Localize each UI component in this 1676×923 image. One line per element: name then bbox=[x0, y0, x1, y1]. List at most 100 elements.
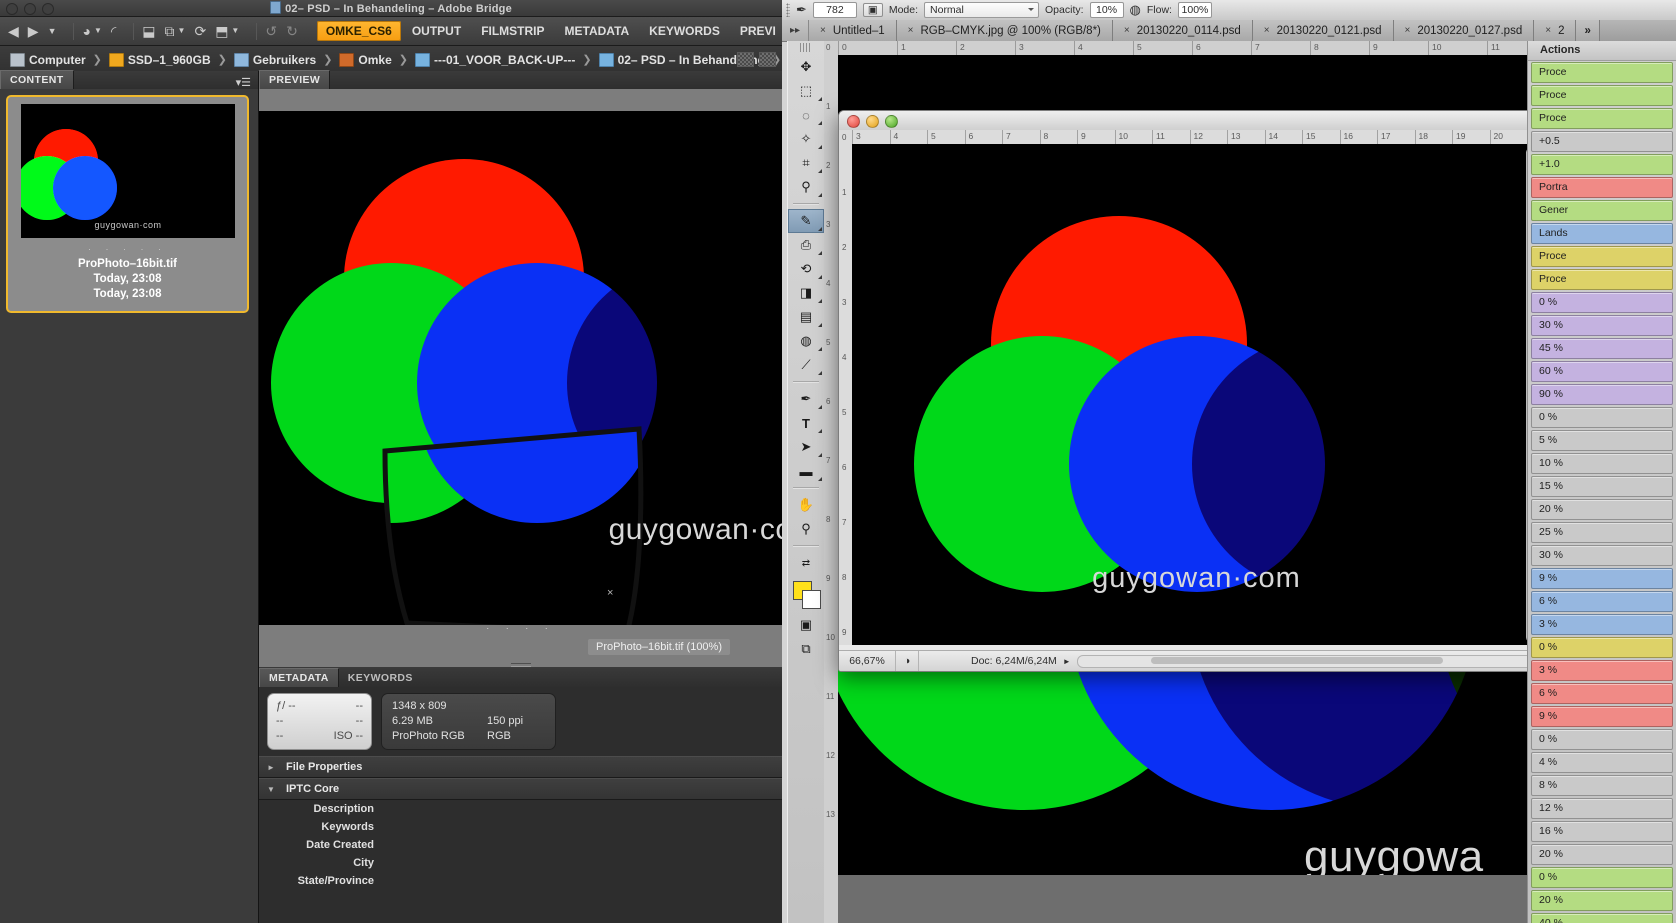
opacity-input[interactable]: 10% bbox=[1089, 2, 1124, 18]
preview-rating-dots[interactable]: · · · · bbox=[486, 623, 555, 633]
blur-tool[interactable]: ◍ bbox=[788, 329, 824, 353]
action-item[interactable]: 20 % bbox=[1531, 844, 1673, 865]
action-item[interactable]: 10 % bbox=[1531, 453, 1673, 474]
metadata-section-file-properties[interactable]: ► File Properties bbox=[259, 756, 782, 778]
tab-content[interactable]: CONTENT bbox=[0, 70, 74, 89]
action-item[interactable]: 0 % bbox=[1531, 637, 1673, 658]
tool-palette-grip[interactable] bbox=[800, 43, 812, 52]
action-item[interactable]: 15 % bbox=[1531, 476, 1673, 497]
rotate-ccw-dropdown-icon[interactable]: ▼ bbox=[94, 27, 102, 35]
action-item[interactable]: 0 % bbox=[1531, 729, 1673, 750]
document-window-titlebar[interactable] bbox=[839, 111, 1541, 131]
action-item[interactable]: 6 % bbox=[1531, 683, 1673, 704]
screen-mode-icon[interactable]: ⧉ bbox=[788, 637, 824, 661]
options-bar-grip[interactable] bbox=[786, 3, 790, 17]
rating-dots[interactable]: · · · · · bbox=[8, 244, 247, 254]
status-arrow-icon[interactable]: ► bbox=[1063, 657, 1071, 666]
view-grid-icon[interactable] bbox=[737, 52, 754, 67]
action-item[interactable]: Proce bbox=[1531, 85, 1673, 106]
minimize-button[interactable] bbox=[866, 115, 879, 128]
color-swatches[interactable] bbox=[788, 579, 824, 613]
close-icon[interactable]: × bbox=[1264, 25, 1270, 36]
action-item[interactable]: Proce bbox=[1531, 269, 1673, 290]
close-icon[interactable]: × bbox=[820, 25, 826, 36]
action-item[interactable]: 0 % bbox=[1531, 407, 1673, 428]
brush-panel-toggle-icon[interactable]: ▣ bbox=[862, 3, 883, 17]
brush-tool[interactable]: ✎ bbox=[788, 209, 824, 233]
actions-list[interactable]: Proce Proce Proce +0.5 +1.0 Portra Gener Lands P… bbox=[1528, 60, 1676, 923]
metadata-field-state-province[interactable]: State/Province bbox=[259, 872, 380, 890]
dodge-tool[interactable]: ⟋ bbox=[788, 353, 824, 377]
hand-tool[interactable]: ✋ bbox=[788, 493, 824, 517]
zoom-level[interactable]: 66,67% bbox=[839, 651, 896, 671]
crop-tool[interactable]: ⌗ bbox=[788, 151, 824, 175]
lasso-tool[interactable]: ◌ bbox=[788, 103, 824, 127]
zoom-button[interactable] bbox=[885, 115, 898, 128]
document-tab-0127[interactable]: × 20130220_0127.psd bbox=[1393, 20, 1535, 41]
close-icon[interactable]: × bbox=[908, 25, 914, 36]
workspace-preview[interactable]: PREVI bbox=[731, 21, 782, 41]
close-icon[interactable]: × bbox=[1124, 25, 1130, 36]
document-canvas[interactable]: guygowan·com bbox=[852, 144, 1541, 645]
document-tab-partial[interactable]: × 2 bbox=[1534, 20, 1577, 41]
tab-keywords[interactable]: KEYWORDS bbox=[339, 669, 422, 687]
back-arrow-icon[interactable]: ◀ bbox=[8, 24, 19, 38]
close-button[interactable] bbox=[847, 115, 860, 128]
collapse-panel-icon[interactable]: ▸▸ bbox=[782, 20, 809, 41]
preview-image[interactable]: guygowan·com × bbox=[259, 111, 782, 625]
eyedropper-tool[interactable]: ⚲ bbox=[788, 175, 824, 199]
document-window-controls[interactable] bbox=[847, 115, 898, 128]
action-item[interactable]: Lands bbox=[1531, 223, 1673, 244]
close-icon[interactable]: × bbox=[1405, 25, 1411, 36]
tab-preview[interactable]: PREVIEW bbox=[259, 70, 331, 89]
move-tool[interactable]: ✥ bbox=[788, 55, 824, 79]
action-item[interactable]: 30 % bbox=[1531, 545, 1673, 566]
rotate-cw-icon[interactable]: ◜ bbox=[111, 24, 116, 38]
action-item[interactable]: 3 % bbox=[1531, 614, 1673, 635]
flow-input[interactable]: 100% bbox=[1177, 2, 1212, 18]
airbrush-icon[interactable]: ◍ bbox=[1130, 2, 1141, 18]
action-item[interactable]: Gener bbox=[1531, 200, 1673, 221]
workspace-omke-cs6[interactable]: OMKE_CS6 bbox=[316, 21, 401, 41]
action-item[interactable]: 16 % bbox=[1531, 821, 1673, 842]
document-tab-0114[interactable]: × 20130220_0114.psd bbox=[1112, 20, 1253, 41]
action-item[interactable]: 45 % bbox=[1531, 338, 1673, 359]
undo-icon[interactable]: ↺ bbox=[265, 24, 277, 38]
action-item[interactable]: +1.0 bbox=[1531, 154, 1673, 175]
action-item[interactable]: 8 % bbox=[1531, 775, 1673, 796]
preview-close-marker[interactable]: × bbox=[607, 587, 613, 599]
swap-colors-icon[interactable]: ⇄ bbox=[788, 551, 824, 575]
camera-import-icon[interactable]: ⬓ bbox=[142, 24, 155, 38]
workspace-metadata[interactable]: METADATA bbox=[556, 21, 639, 41]
action-item[interactable]: Proce bbox=[1531, 108, 1673, 129]
document-tab-untitled-1[interactable]: × Untitled–1 bbox=[809, 20, 897, 41]
workspace-filmstrip[interactable]: FILMSTRIP bbox=[472, 21, 553, 41]
action-item[interactable]: 3 % bbox=[1531, 660, 1673, 681]
thumbnail-item-prophoto[interactable]: guygowan·com · · · · · ProPhoto–16bit.ti… bbox=[6, 95, 249, 313]
gradient-tool[interactable]: ▤ bbox=[788, 305, 824, 329]
background-color-swatch[interactable] bbox=[802, 590, 821, 609]
action-item[interactable]: 40 % bbox=[1531, 913, 1673, 923]
action-item[interactable]: 20 % bbox=[1531, 499, 1673, 520]
shape-tool[interactable]: ▬ bbox=[788, 459, 824, 483]
history-brush-tool[interactable]: ⟲ bbox=[788, 257, 824, 281]
action-item[interactable]: 60 % bbox=[1531, 361, 1673, 382]
breadcrumb-item-ssd[interactable]: SSD–1_960GB bbox=[108, 52, 211, 67]
content-thumbnail-area[interactable]: guygowan·com · · · · · ProPhoto–16bit.ti… bbox=[0, 89, 258, 923]
action-item[interactable]: 0 % bbox=[1531, 292, 1673, 313]
magic-wand-tool[interactable]: ✧ bbox=[788, 127, 824, 151]
pen-tool[interactable]: ✒ bbox=[788, 387, 824, 411]
path-selection-tool[interactable]: ➤ bbox=[788, 435, 824, 459]
close-icon[interactable]: × bbox=[1545, 25, 1551, 36]
action-item[interactable]: Portra bbox=[1531, 177, 1673, 198]
refresh-icon[interactable]: ⟳ bbox=[194, 24, 206, 38]
chevron-down-icon[interactable]: ▼ bbox=[267, 780, 275, 800]
action-item[interactable]: 20 % bbox=[1531, 890, 1673, 911]
recent-dropdown-icon[interactable]: ▼ bbox=[48, 26, 57, 36]
open-in-icon[interactable]: ⬒ bbox=[215, 24, 228, 38]
type-tool[interactable]: T bbox=[788, 411, 824, 435]
document-horizontal-scrollbar[interactable] bbox=[1076, 654, 1535, 668]
zoom-tool[interactable]: ⚲ bbox=[788, 517, 824, 541]
rotate-ccw-icon[interactable]: ◕ bbox=[82, 24, 90, 38]
brush-preset-icon[interactable]: ✒ bbox=[796, 2, 807, 18]
